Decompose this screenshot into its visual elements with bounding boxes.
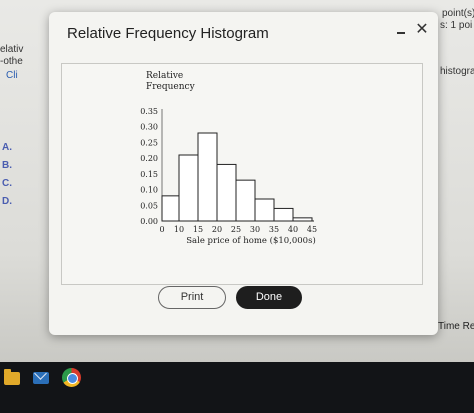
chart-frame: Relative Frequency 0.00 0.05 0.10 0.15 0.20 0.2… bbox=[61, 63, 423, 285]
y-axis-title: Frequency bbox=[146, 82, 196, 92]
y-tick-label: 0.35 bbox=[140, 107, 158, 116]
chrome-icon[interactable] bbox=[62, 368, 81, 387]
y-tick-label: 0.25 bbox=[140, 138, 158, 147]
y-tick-label: 0.05 bbox=[140, 201, 158, 210]
histogram-bar bbox=[216, 163, 237, 222]
x-tick-label: 35 bbox=[269, 225, 279, 234]
modal-title: Relative Frequency Histogram bbox=[67, 25, 269, 42]
close-icon[interactable]: ✕ bbox=[414, 22, 430, 38]
x-tick-label: 0 bbox=[159, 225, 164, 234]
x-tick-label: 45 bbox=[307, 225, 317, 234]
x-tick-label: 25 bbox=[231, 225, 241, 234]
option-d[interactable]: D. bbox=[2, 196, 12, 207]
y-tick-label: 0.20 bbox=[140, 154, 158, 163]
x-tick-label: 15 bbox=[193, 225, 203, 234]
time-remaining-label: Time Re bbox=[438, 321, 474, 332]
histogram-bar bbox=[178, 154, 199, 222]
mail-icon[interactable] bbox=[33, 372, 49, 384]
bg-text: elativ bbox=[0, 44, 24, 55]
y-tick-label: 0.15 bbox=[140, 170, 158, 179]
bg-text: Cli bbox=[6, 70, 18, 81]
option-c[interactable]: C. bbox=[2, 178, 12, 189]
done-button[interactable]: Done bbox=[236, 286, 302, 309]
y-tick-label: 0.00 bbox=[140, 217, 158, 226]
histogram-bar bbox=[235, 179, 256, 222]
print-button[interactable]: Print bbox=[158, 286, 226, 309]
bg-text: point(s) bbox=[442, 8, 474, 19]
minimize-icon[interactable] bbox=[395, 23, 409, 37]
option-a[interactable]: A. bbox=[2, 142, 12, 153]
histogram-bar bbox=[254, 198, 275, 222]
y-tick-label: 0.30 bbox=[140, 123, 158, 132]
x-tick-label: 30 bbox=[250, 225, 260, 234]
histogram-modal: Relative Frequency Histogram ✕ Relative F… bbox=[49, 12, 438, 335]
y-tick-label: 0.10 bbox=[140, 186, 158, 195]
folder-icon[interactable] bbox=[4, 369, 20, 385]
bg-text: s: 1 poi bbox=[440, 20, 473, 31]
bg-text: histogram bbox=[440, 66, 474, 77]
histogram-chart: RelativeFrequency 0.00 0.05 0.10 0.15 0.20 0.2… bbox=[140, 71, 317, 246]
x-tick-label: 40 bbox=[288, 225, 298, 234]
histogram-bar bbox=[161, 195, 180, 222]
histogram-bar bbox=[197, 132, 218, 222]
taskbar bbox=[0, 362, 474, 413]
x-tick-label: 20 bbox=[212, 225, 222, 234]
histogram-bar bbox=[273, 207, 294, 222]
x-tick-label: 10 bbox=[174, 225, 184, 234]
y-axis-title: Relative bbox=[146, 71, 183, 81]
bg-text: -othe bbox=[0, 56, 23, 67]
x-axis-title: Sale price of home ($10,000s) bbox=[186, 235, 316, 246]
option-b[interactable]: B. bbox=[2, 160, 12, 171]
